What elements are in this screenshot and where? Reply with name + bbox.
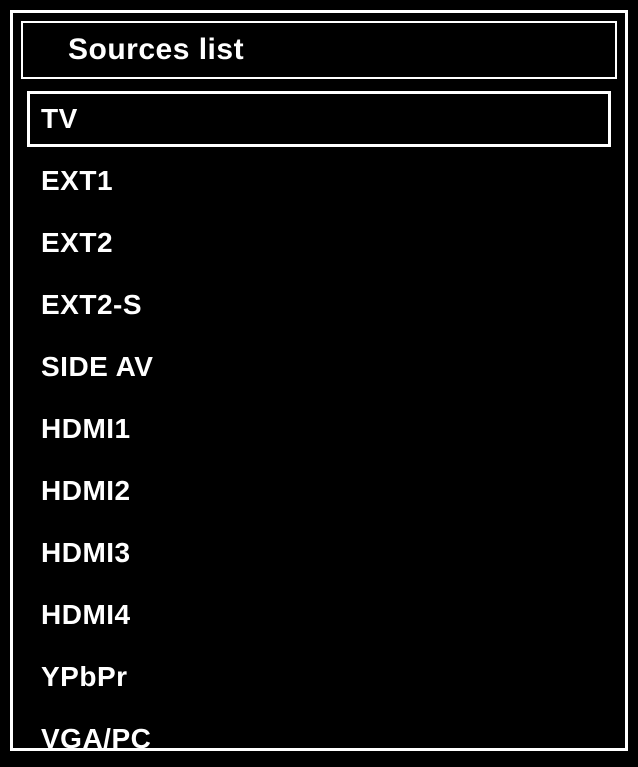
sources-menu-frame: Sources list TV EXT1 EXT2 EXT2-S SIDE AV… bbox=[10, 10, 628, 751]
source-item-hdmi2[interactable]: HDMI2 bbox=[27, 463, 611, 519]
source-item-ypbpr[interactable]: YPbPr bbox=[27, 649, 611, 705]
source-item-tv[interactable]: TV bbox=[27, 91, 611, 147]
source-item-ext2[interactable]: EXT2 bbox=[27, 215, 611, 271]
source-item-hdmi1[interactable]: HDMI1 bbox=[27, 401, 611, 457]
source-item-ext1[interactable]: EXT1 bbox=[27, 153, 611, 209]
source-item-hdmi3[interactable]: HDMI3 bbox=[27, 525, 611, 581]
menu-title: Sources list bbox=[68, 33, 595, 67]
sources-list: TV EXT1 EXT2 EXT2-S SIDE AV HDMI1 HDMI2 … bbox=[21, 91, 617, 767]
source-item-ext2-s[interactable]: EXT2-S bbox=[27, 277, 611, 333]
source-item-hdmi4[interactable]: HDMI4 bbox=[27, 587, 611, 643]
source-item-side-av[interactable]: SIDE AV bbox=[27, 339, 611, 395]
source-item-vga-pc[interactable]: VGA/PC bbox=[27, 711, 611, 767]
title-bar: Sources list bbox=[21, 21, 617, 79]
